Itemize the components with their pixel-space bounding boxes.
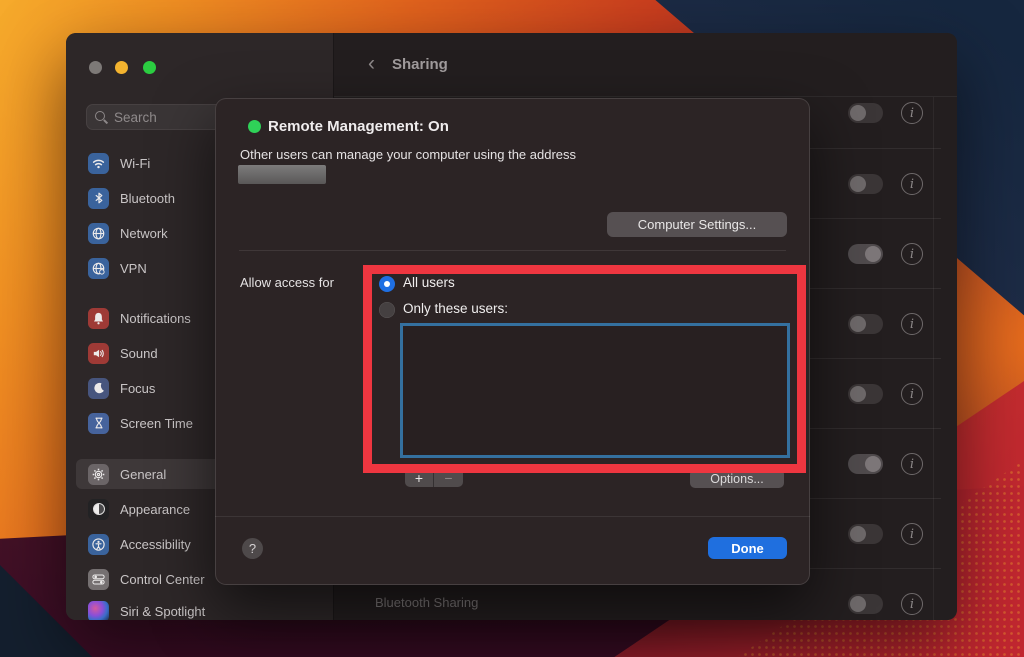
control-center-icon	[88, 569, 109, 590]
bell-icon	[88, 308, 109, 329]
zoom-button[interactable]	[143, 61, 156, 74]
desktop: Search Wi-Fi Bluetooth Network	[0, 0, 1024, 657]
sidebar-item-label: VPN	[120, 261, 147, 276]
info-icon[interactable]	[901, 593, 923, 615]
done-button[interactable]: Done	[708, 537, 787, 559]
sidebar-item-label: Focus	[120, 381, 155, 396]
search-placeholder: Search	[114, 110, 157, 125]
moon-icon	[88, 378, 109, 399]
siri-icon	[88, 601, 109, 621]
dialog-footer-divider	[215, 516, 810, 517]
service-toggle[interactable]	[848, 103, 883, 123]
sidebar-item-label: Bluetooth	[120, 191, 175, 206]
info-icon[interactable]	[901, 173, 923, 195]
sidebar-item-label: Wi-Fi	[120, 156, 150, 171]
allow-access-label: Allow access for	[240, 275, 334, 290]
minimize-button[interactable]	[115, 61, 128, 74]
sidebar-item-label: General	[120, 467, 166, 482]
close-button[interactable]	[89, 61, 102, 74]
gear-icon	[88, 464, 109, 485]
bluetooth-icon	[88, 188, 109, 209]
dialog-subtitle: Other users can manage your computer usi…	[240, 147, 576, 162]
sidebar-item-label: Siri & Spotlight	[120, 604, 205, 619]
sidebar-item-label: Notifications	[120, 311, 191, 326]
vpn-globe-icon	[88, 258, 109, 279]
dialog-title: Remote Management: On	[268, 118, 449, 135]
dialog-divider	[239, 250, 786, 251]
toggle-knob	[850, 386, 866, 402]
toggle-knob	[850, 316, 866, 332]
status-green-dot-icon	[248, 120, 261, 133]
service-toggle[interactable]	[848, 594, 883, 614]
search-icon	[95, 111, 108, 124]
toggle-knob	[850, 105, 866, 121]
info-icon[interactable]	[901, 313, 923, 335]
service-toggle[interactable]	[848, 174, 883, 194]
service-toggle[interactable]	[848, 314, 883, 334]
service-toggle[interactable]	[848, 244, 883, 264]
toggle-knob	[850, 176, 866, 192]
help-button[interactable]: ?	[242, 538, 263, 559]
page-title: Sharing	[392, 56, 448, 73]
sidebar-item-label: Network	[120, 226, 168, 241]
service-toggle[interactable]	[848, 524, 883, 544]
redacted-address	[238, 165, 326, 184]
info-icon[interactable]	[901, 243, 923, 265]
toggle-knob	[865, 246, 881, 262]
accessibility-icon	[88, 534, 109, 555]
back-chevron-icon[interactable]: ‹	[368, 53, 375, 77]
annotation-rectangle	[363, 265, 806, 473]
speaker-icon	[88, 343, 109, 364]
content-edge-divider	[933, 97, 934, 620]
service-toggle[interactable]	[848, 384, 883, 404]
sidebar-item-label: Sound	[120, 346, 158, 361]
toggle-knob	[865, 456, 881, 472]
sidebar-item-label: Accessibility	[120, 537, 191, 552]
sidebar-item-label: Control Center	[120, 572, 205, 587]
content-header: ‹ Sharing	[334, 33, 957, 97]
toggle-knob	[850, 526, 866, 542]
info-icon[interactable]	[901, 102, 923, 124]
service-toggle[interactable]	[848, 454, 883, 474]
globe-icon	[88, 223, 109, 244]
info-icon[interactable]	[901, 383, 923, 405]
service-label: Bluetooth Sharing	[375, 595, 478, 610]
toggle-knob	[850, 596, 866, 612]
hourglass-icon	[88, 413, 109, 434]
info-icon[interactable]	[901, 453, 923, 475]
sidebar-item-label: Appearance	[120, 502, 190, 517]
info-icon[interactable]	[901, 523, 923, 545]
appearance-icon	[88, 499, 109, 520]
sidebar-item-label: Screen Time	[120, 416, 193, 431]
computer-settings-button[interactable]: Computer Settings...	[607, 212, 787, 237]
sidebar-item-siri-spotlight[interactable]: Siri & Spotlight	[76, 596, 324, 620]
wifi-icon	[88, 153, 109, 174]
